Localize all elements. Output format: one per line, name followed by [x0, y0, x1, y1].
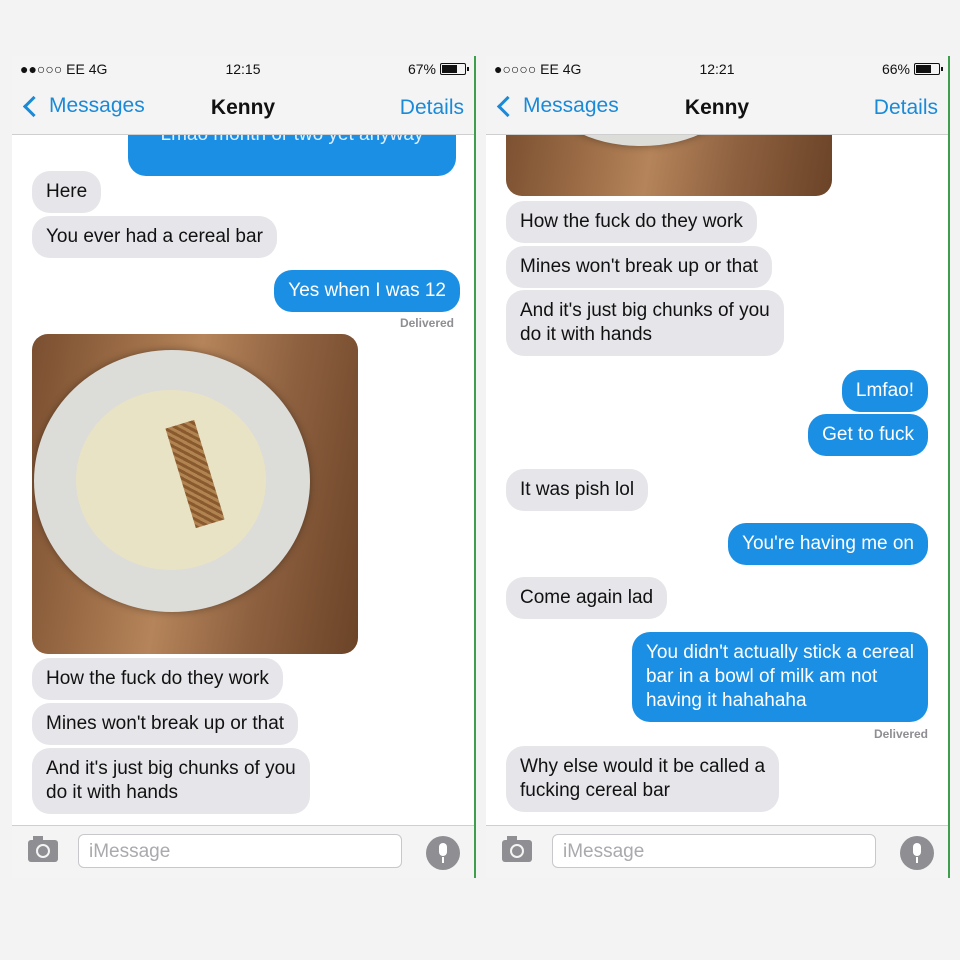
camera-icon[interactable]: [28, 836, 58, 862]
status-time: 12:15: [225, 61, 261, 77]
message-sent: Get to fuck: [808, 414, 928, 456]
message-sent: Yes when I was 12: [274, 270, 460, 312]
message-input[interactable]: iMessage: [78, 834, 402, 868]
status-bar: ●●○○○ EE 4G 12:15 67%: [12, 56, 474, 82]
nav-bar: Messages Kenny Details: [486, 82, 948, 135]
battery-icon: [440, 63, 469, 75]
message-sent: Lmfao!: [841, 370, 928, 412]
cereal-bar-photo[interactable]: [32, 334, 358, 654]
camera-icon[interactable]: [502, 836, 532, 862]
message-received: How the fuck do they work: [506, 201, 757, 243]
nav-bar: Messages Kenny Details: [12, 82, 474, 135]
message-input-bar: iMessage: [12, 825, 474, 878]
delivered-label: Delivered: [873, 727, 928, 741]
message-received: Mines won't break up or that: [32, 703, 299, 745]
battery-status: 66%: [881, 61, 943, 77]
details-button[interactable]: Details: [874, 96, 938, 120]
left-screenshot: ●●○○○ EE 4G 12:15 67% Lmao month or two …: [12, 56, 476, 878]
battery-status: 67%: [407, 61, 469, 77]
message-sent: You didn't actually stick a cereal bar i…: [631, 632, 928, 722]
message-received: And it's just big chunks of you do it wi…: [32, 748, 310, 814]
battery-percent: 66%: [881, 61, 910, 77]
message-received: Mines won't break up or that: [506, 246, 773, 288]
microphone-icon[interactable]: [426, 836, 460, 870]
battery-percent: 67%: [407, 61, 436, 77]
message-received: Come again lad: [506, 577, 668, 619]
status-time: 12:21: [699, 61, 735, 77]
message-received: How the fuck do they work: [32, 658, 283, 700]
status-bar: ●○○○○ EE 4G 12:21 66%: [486, 56, 948, 82]
message-received: Why else would it be called a fucking ce…: [506, 746, 780, 812]
message-input-bar: iMessage: [486, 825, 948, 878]
battery-icon: [914, 63, 943, 75]
right-screenshot: ●○○○○ EE 4G 12:21 66% Messages Kenny Det…: [486, 56, 950, 878]
message-sent: You're having me on: [728, 523, 928, 565]
message-received: You ever had a cereal bar: [32, 216, 277, 258]
delivered-label: Delivered: [399, 316, 454, 330]
details-button[interactable]: Details: [400, 96, 464, 120]
message-input[interactable]: iMessage: [552, 834, 876, 868]
message-received: And it's just big chunks of you do it wi…: [506, 290, 784, 356]
milk-image: [76, 390, 266, 570]
microphone-icon[interactable]: [900, 836, 934, 870]
message-received: It was pish lol: [506, 469, 649, 511]
message-received: Here: [32, 171, 102, 213]
